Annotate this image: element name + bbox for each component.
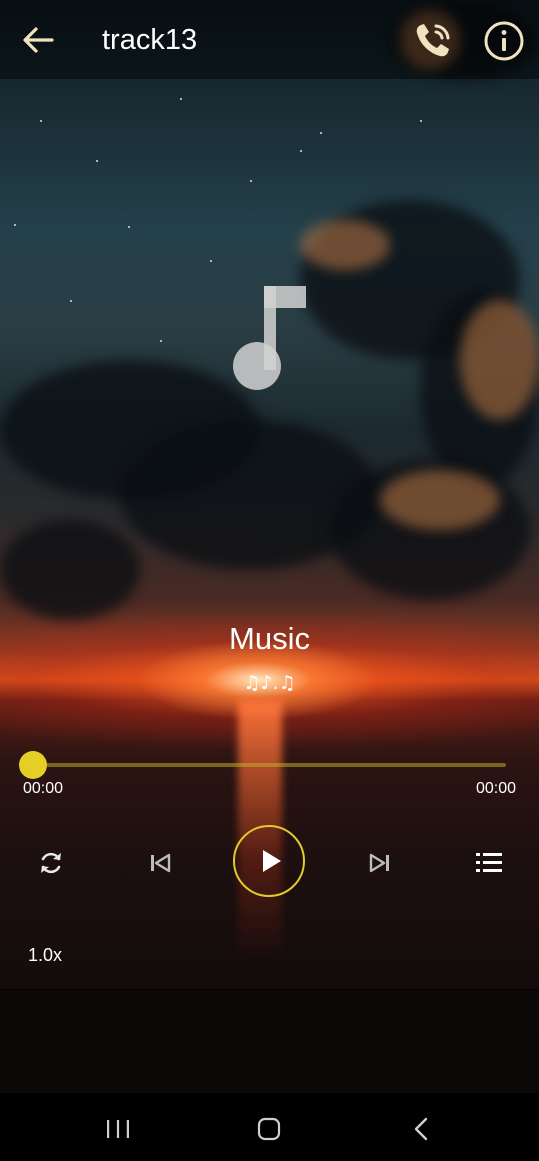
- star: [300, 150, 302, 152]
- play-button[interactable]: [233, 825, 305, 897]
- total-time: 00:00: [475, 780, 516, 797]
- seek-bar[interactable]: [33, 763, 506, 767]
- star: [180, 98, 182, 100]
- star: [420, 120, 422, 122]
- track-title: Music: [229, 621, 310, 656]
- info-circle-icon: [484, 21, 524, 61]
- next-button[interactable]: [367, 850, 393, 876]
- star: [160, 340, 162, 342]
- home-button[interactable]: [256, 1116, 282, 1142]
- playlist-icon: [476, 853, 502, 872]
- playlist-button[interactable]: [474, 849, 504, 877]
- cloud: [380, 470, 500, 530]
- phone-call-icon: [416, 24, 450, 57]
- call-button[interactable]: [412, 18, 456, 62]
- background-sunset-image: [0, 0, 539, 1093]
- skip-next-icon: [369, 853, 389, 873]
- repeat-button[interactable]: [36, 848, 66, 878]
- star: [210, 260, 212, 262]
- page-title: track13: [102, 24, 198, 56]
- play-icon: [263, 850, 281, 872]
- star: [14, 224, 16, 226]
- top-app-bar: track13: [0, 0, 539, 79]
- star: [70, 300, 72, 302]
- recents-icon: [107, 1120, 129, 1138]
- home-icon: [257, 1117, 281, 1141]
- current-time: 00:00: [23, 780, 64, 797]
- cloud: [0, 520, 140, 620]
- playback-speed-button[interactable]: 1.0x: [28, 944, 62, 966]
- nav-back-button[interactable]: [410, 1116, 432, 1142]
- track-artist: ♫♪.♫: [243, 672, 296, 694]
- previous-button[interactable]: [147, 850, 173, 876]
- seek-bar-thumb[interactable]: [19, 751, 47, 779]
- bottom-panel: [0, 990, 539, 1093]
- star: [96, 160, 98, 162]
- cloud: [460, 300, 539, 420]
- star: [40, 120, 42, 122]
- recents-button[interactable]: [104, 1117, 132, 1141]
- music-player-screen: track13 Music ♫♪.♫ 00:00 00:00 1.0x: [0, 0, 539, 1161]
- back-button[interactable]: [18, 20, 58, 60]
- arrow-left-icon: [23, 27, 54, 53]
- nav-back-icon: [414, 1117, 428, 1141]
- star: [250, 180, 252, 182]
- star: [320, 132, 322, 134]
- star: [128, 226, 130, 228]
- cloud: [300, 220, 390, 270]
- album-art-placeholder: [232, 282, 308, 394]
- info-button[interactable]: [483, 20, 525, 62]
- repeat-icon: [41, 852, 61, 874]
- skip-previous-icon: [151, 853, 171, 873]
- music-note-icon: [233, 286, 306, 390]
